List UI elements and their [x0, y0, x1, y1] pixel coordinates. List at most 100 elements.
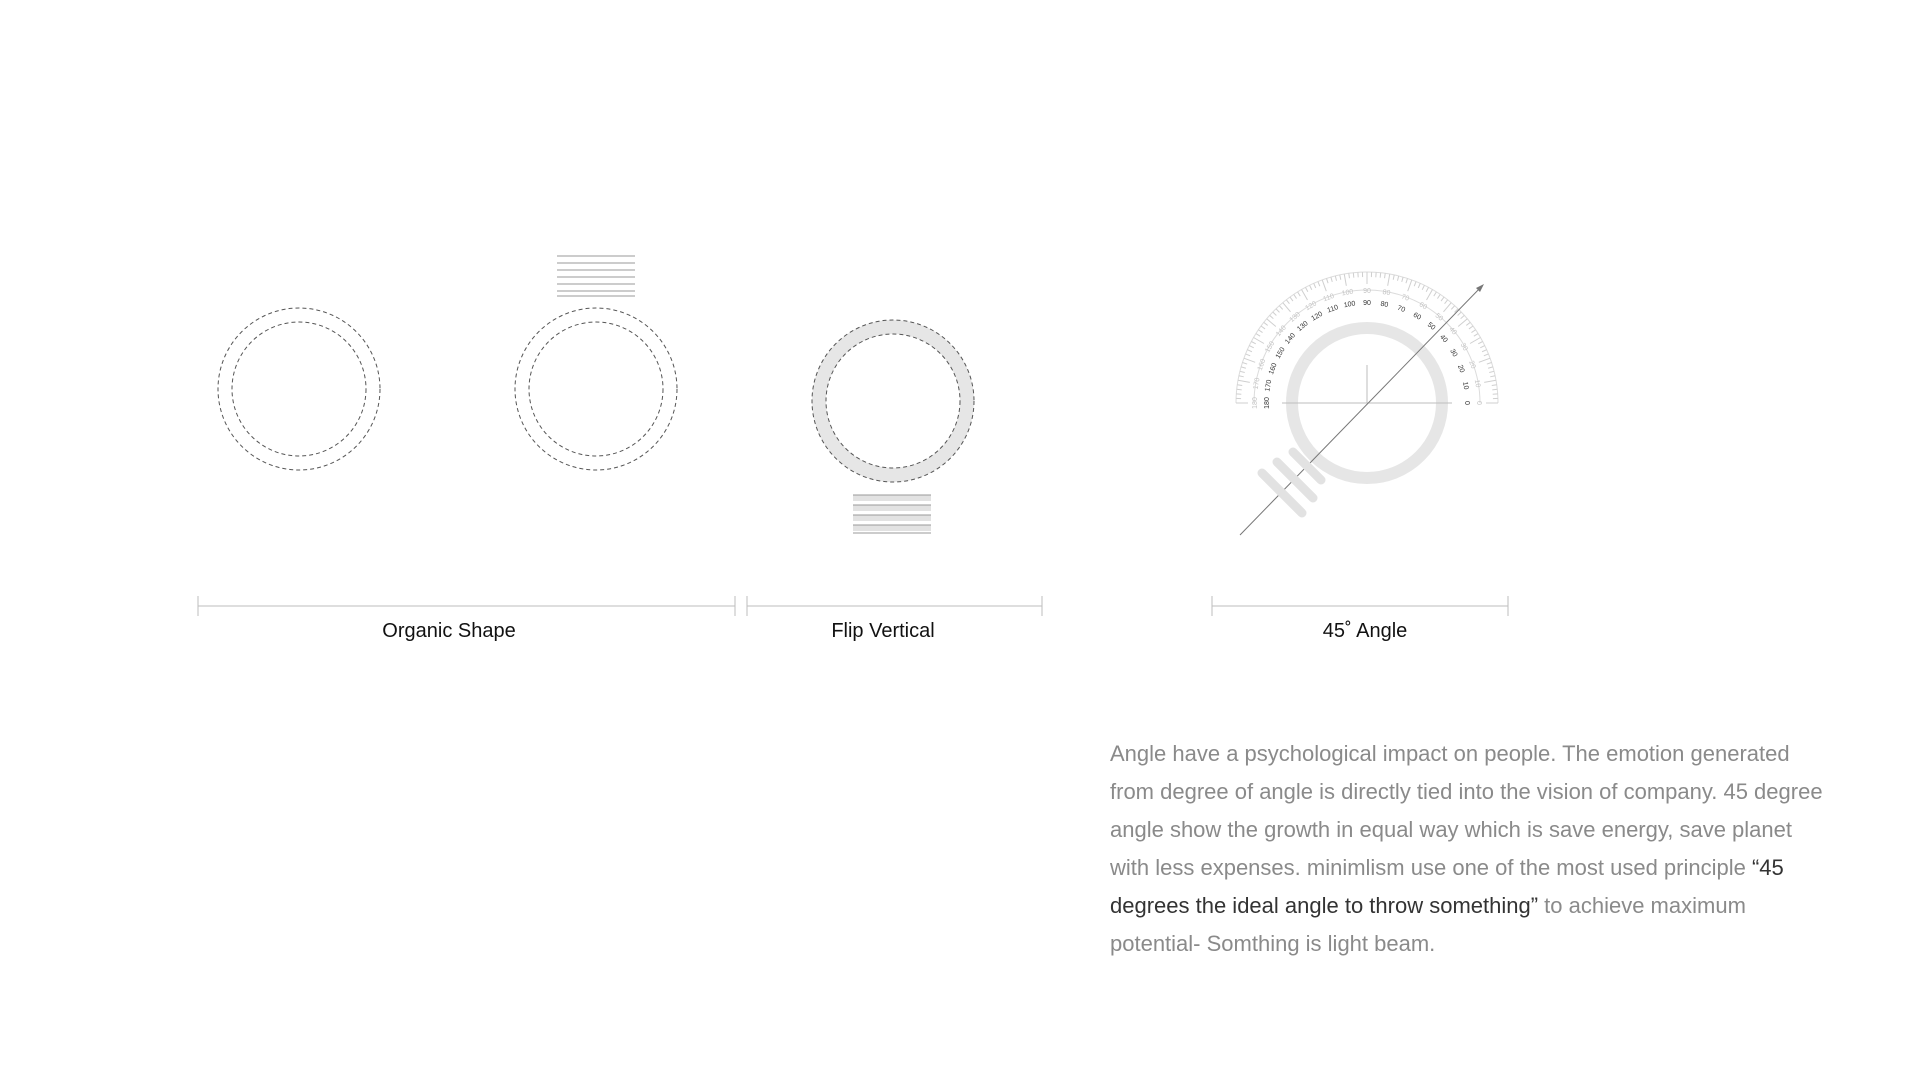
protractor-inner-number: 120: [1310, 311, 1324, 323]
protractor-tick: [1255, 333, 1261, 337]
protractor-tick: [1330, 276, 1333, 283]
protractor-tick: [1469, 337, 1481, 344]
protractor-outer-number: 10: [1473, 379, 1481, 388]
protractor-tick: [1326, 278, 1329, 284]
protractor-outer-number: 150: [1264, 340, 1276, 354]
protractor-tick: [1293, 294, 1297, 299]
protractor-tick: [1239, 370, 1245, 374]
protractor-inner-number: 90: [1363, 300, 1371, 307]
protractor-tick: [1450, 305, 1456, 310]
protractor-inner-number: 110: [1326, 304, 1339, 314]
protractor-tick: [1384, 273, 1386, 279]
protractor-outer-number: 50: [1434, 312, 1445, 322]
protractor-tick: [1471, 329, 1476, 333]
protractor-tick: [1401, 276, 1404, 283]
protractor-outer-number: 40: [1447, 326, 1457, 337]
stack-bars-bottom: [853, 494, 931, 534]
protractor-tick: [1278, 305, 1284, 310]
protractor-tick: [1484, 379, 1497, 383]
organic-ring-2: [514, 307, 678, 471]
protractor-tick: [1282, 302, 1291, 313]
protractor-tick: [1460, 314, 1465, 320]
protractor-outer-number: 90: [1363, 288, 1371, 295]
protractor-inner-number: 180: [1264, 397, 1271, 409]
protractor-tick: [1297, 291, 1301, 297]
protractor-outer-number: 100: [1341, 289, 1354, 298]
axis-lines: [1282, 365, 1452, 404]
protractor-tick: [1237, 379, 1250, 383]
protractor-tick: [1343, 273, 1347, 286]
protractor-inner-number: 70: [1396, 305, 1406, 314]
protractor-tick: [1260, 325, 1266, 330]
protractor-inner-number: 40: [1438, 334, 1448, 345]
protractor-inner-number: 10: [1461, 381, 1469, 390]
protractor-tick: [1443, 302, 1452, 313]
protractor-tick: [1468, 325, 1474, 330]
protractor-outer-number: 170: [1253, 377, 1262, 390]
bracket-organic: [197, 596, 736, 616]
protractor-outer-number: 60: [1418, 301, 1428, 311]
protractor-inner-number: 0: [1463, 401, 1470, 405]
protractor-tick: [1266, 318, 1277, 327]
protractor-tick: [1251, 341, 1256, 345]
protractor-inner-number: 20: [1456, 364, 1465, 374]
stack-lines-top: [557, 255, 635, 297]
organic-ring-1: [217, 307, 381, 471]
protractor-tick: [1490, 375, 1496, 378]
protractor-tick: [1392, 274, 1395, 280]
protractor-inner-number: 140: [1284, 332, 1297, 346]
protractor-tick: [1417, 283, 1421, 289]
protractor-inner-number: 160: [1268, 362, 1279, 375]
protractor-tick: [1263, 321, 1269, 326]
protractor-tick: [1478, 341, 1483, 345]
protractor-tick: [1413, 281, 1417, 287]
protractor-tick: [1243, 357, 1256, 363]
protractor-tick: [1444, 299, 1449, 305]
protractor-tick: [1258, 329, 1263, 333]
protractor-tick: [1491, 384, 1497, 386]
bracket-angle: [1211, 596, 1509, 616]
protractor-tick: [1457, 311, 1462, 316]
protractor-tick: [1317, 281, 1321, 287]
protractor-tick: [1334, 275, 1338, 281]
protractor-tick: [1379, 272, 1382, 278]
protractor-tick: [1487, 366, 1494, 369]
protractor-tick: [1437, 294, 1441, 299]
protractor-inner-number: 30: [1448, 348, 1458, 358]
protractor-tick: [1433, 291, 1437, 297]
protractor-tick: [1339, 274, 1342, 280]
protractor-outer-number: 130: [1289, 311, 1303, 324]
protractor-tick: [1486, 362, 1492, 365]
protractor-inner-number: 130: [1296, 320, 1310, 333]
protractor-outer-number: 70: [1400, 293, 1410, 302]
protractor-inner-number: 60: [1412, 312, 1422, 322]
protractor-tick: [1421, 285, 1425, 290]
label-organic-shape: Organic Shape: [382, 620, 516, 642]
label-45-angle: 45˚ Angle: [1322, 620, 1408, 642]
protractor-inner-number: 150: [1275, 346, 1287, 360]
protractor-tick: [1440, 296, 1445, 302]
bracket-flip: [746, 596, 1043, 616]
protractor-outer-number: 110: [1322, 293, 1335, 303]
protractor-tick: [1457, 318, 1468, 327]
protractor-tick: [1301, 289, 1308, 301]
protractor-tick: [1289, 296, 1294, 302]
protractor-tick: [1407, 279, 1413, 292]
description-text-start: Angle have a psychological impact on peo…: [1110, 741, 1823, 880]
protractor-tick: [1489, 370, 1495, 374]
protractor-tick: [1236, 388, 1242, 391]
protractor-tick: [1242, 362, 1248, 365]
protractor-tick: [1305, 287, 1309, 292]
flip-ring: [811, 319, 975, 483]
description-paragraph: Angle have a psychological impact on peo…: [1110, 735, 1830, 963]
protractor-tick: [1405, 278, 1408, 284]
protractor-tick: [1483, 353, 1489, 357]
protractor-tick: [1272, 311, 1277, 316]
protractor-inner-number: 50: [1426, 321, 1437, 331]
protractor-tick: [1245, 353, 1251, 357]
protractor-outer-number: 0: [1475, 401, 1482, 405]
protractor-tick: [1387, 273, 1391, 286]
protractor-tick: [1492, 388, 1498, 391]
protractor-tick: [1285, 299, 1290, 305]
protractor-tick: [1321, 279, 1327, 292]
